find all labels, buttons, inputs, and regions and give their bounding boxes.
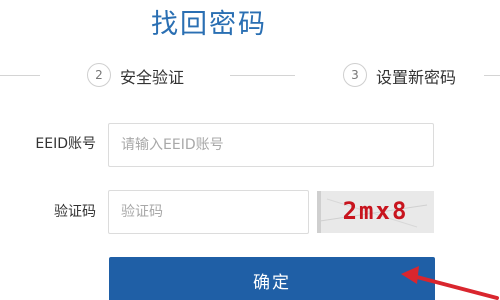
step-2-label: 安全验证	[120, 68, 185, 87]
step-3-label: 设置新密码	[376, 68, 457, 87]
captcha-code: 2mx8	[342, 197, 409, 225]
captcha-image[interactable]: 2mx8	[317, 191, 434, 233]
captcha-input[interactable]	[108, 190, 309, 234]
account-label: EEID账号	[35, 136, 96, 152]
step-divider-middle	[230, 75, 295, 76]
step-divider-right	[484, 75, 500, 76]
step-3-number: 3	[343, 63, 367, 87]
step-divider-left	[0, 75, 40, 76]
annotation-arrow-icon	[401, 266, 499, 300]
step-2-number: 2	[87, 63, 111, 87]
confirm-button[interactable]: 确定	[109, 257, 435, 300]
captcha-label: 验证码	[54, 204, 96, 220]
account-input[interactable]	[108, 123, 434, 167]
page-title: 找回密码	[151, 9, 267, 40]
